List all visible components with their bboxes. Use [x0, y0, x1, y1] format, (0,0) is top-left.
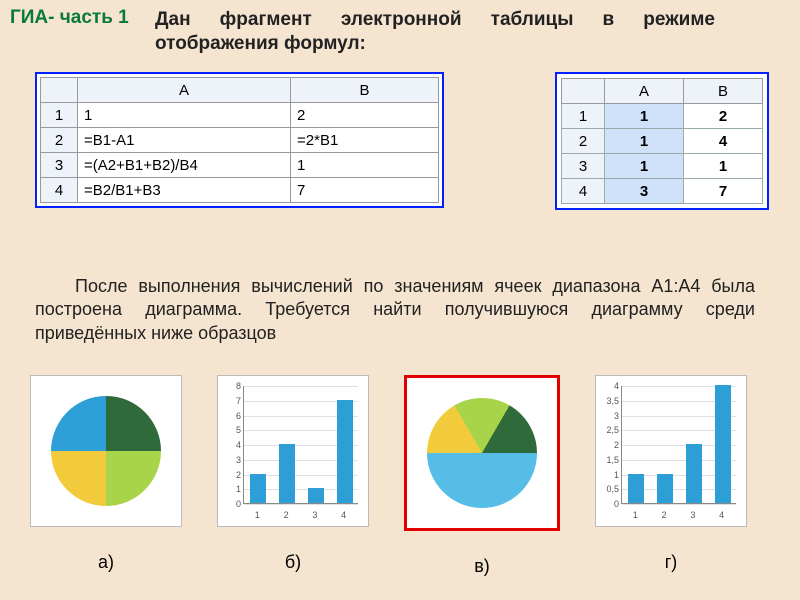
- y-tick: 4: [221, 440, 241, 450]
- values-table-frame: A B 1 1 2 2 1 4 3 1 1 4 3 7: [555, 72, 769, 210]
- bar: [686, 444, 702, 503]
- cell: 7: [291, 178, 439, 203]
- option-c: в): [404, 375, 560, 577]
- table-row: 3 1 1: [562, 154, 763, 179]
- option-a: а): [30, 375, 182, 577]
- option-label: б): [285, 552, 301, 573]
- y-tick: 7: [221, 396, 241, 406]
- row-header: 4: [41, 178, 78, 203]
- cell: 1: [605, 154, 684, 179]
- col-header: B: [684, 79, 763, 104]
- slide-title: Дан фрагмент электронной таблицы в режим…: [155, 8, 715, 56]
- x-tick: 2: [662, 510, 667, 520]
- y-tick: 2: [599, 440, 619, 450]
- bar: [308, 488, 324, 503]
- table-row: 2 1 4: [562, 129, 763, 154]
- y-tick: 0: [599, 499, 619, 509]
- row-header: 2: [562, 129, 605, 154]
- chart-b-frame: 0 1 2 3 4 5 6 7 8 1 2 3 4: [217, 375, 369, 527]
- col-header: A: [605, 79, 684, 104]
- cell: =B2/B1+B3: [78, 178, 291, 203]
- y-tick: 2,5: [599, 425, 619, 435]
- y-tick: 8: [221, 381, 241, 391]
- y-tick: 4: [599, 381, 619, 391]
- bar: [250, 474, 266, 504]
- y-tick: 1,5: [599, 455, 619, 465]
- bar-chart: [243, 386, 358, 504]
- x-tick: 1: [255, 510, 260, 520]
- cell: 1: [291, 153, 439, 178]
- x-tick: 1: [633, 510, 638, 520]
- row-header: 4: [562, 179, 605, 204]
- chart-d-frame: 0 0,5 1 1,5 2 2,5 3 3,5 4 1 2 3 4: [595, 375, 747, 527]
- x-tick: 2: [284, 510, 289, 520]
- table-corner: [41, 78, 78, 103]
- bar: [279, 444, 295, 503]
- y-tick: 6: [221, 411, 241, 421]
- row-header: 1: [562, 104, 605, 129]
- option-label: в): [474, 556, 490, 577]
- row-header: 2: [41, 128, 78, 153]
- table-row: 3 =(A2+B1+B2)/B4 1: [41, 153, 439, 178]
- bar: [715, 385, 731, 503]
- pie-chart: [51, 396, 161, 506]
- cell: 3: [605, 179, 684, 204]
- section-label: ГИА- часть 1: [10, 8, 129, 29]
- option-d: 0 0,5 1 1,5 2 2,5 3 3,5 4 1 2 3 4 г): [595, 375, 747, 577]
- cell: =2*B1: [291, 128, 439, 153]
- y-tick: 5: [221, 425, 241, 435]
- bar-chart: [621, 386, 736, 504]
- cell: 2: [291, 103, 439, 128]
- option-label: а): [98, 552, 114, 573]
- cell: 7: [684, 179, 763, 204]
- x-tick: 4: [719, 510, 724, 520]
- table-row: 1 1 2: [41, 103, 439, 128]
- values-table: A B 1 1 2 2 1 4 3 1 1 4 3 7: [561, 78, 763, 204]
- bar: [657, 474, 673, 504]
- table-corner: [562, 79, 605, 104]
- chart-c-frame: [404, 375, 560, 531]
- bar: [337, 400, 353, 503]
- cell: 1: [78, 103, 291, 128]
- x-tick: 3: [690, 510, 695, 520]
- formula-table-frame: A B 1 1 2 2 =B1-A1 =2*B1 3 =(A2+B1+B2)/B…: [35, 72, 444, 208]
- y-tick: 0,5: [599, 484, 619, 494]
- cell: 1: [684, 154, 763, 179]
- y-tick: 3,5: [599, 396, 619, 406]
- cell: 1: [605, 129, 684, 154]
- cell: 4: [684, 129, 763, 154]
- problem-paragraph: После выполнения вычислений по значениям…: [35, 275, 755, 345]
- row-header: 1: [41, 103, 78, 128]
- y-tick: 1: [599, 470, 619, 480]
- cell: 1: [605, 104, 684, 129]
- table-row: 2 =B1-A1 =2*B1: [41, 128, 439, 153]
- x-tick: 4: [341, 510, 346, 520]
- table-row: 1 1 2: [562, 104, 763, 129]
- col-header: A: [78, 78, 291, 103]
- option-b: 0 1 2 3 4 5 6 7 8 1 2 3 4 б): [217, 375, 369, 577]
- y-tick: 1: [221, 484, 241, 494]
- chart-a-frame: [30, 375, 182, 527]
- formula-table: A B 1 1 2 2 =B1-A1 =2*B1 3 =(A2+B1+B2)/B…: [40, 77, 439, 203]
- y-tick: 3: [221, 455, 241, 465]
- cell: 2: [684, 104, 763, 129]
- pie-chart: [427, 398, 537, 508]
- bar: [628, 474, 644, 504]
- chart-options-row: а) 0 1 2 3 4 5 6 7 8 1 2 3 4 б) в) 0 0,5 1 1,5 2 2,5 3 3,5 4…: [30, 375, 770, 577]
- cell: =B1-A1: [78, 128, 291, 153]
- option-label: г): [665, 552, 678, 573]
- y-tick: 2: [221, 470, 241, 480]
- table-row: 4 3 7: [562, 179, 763, 204]
- x-tick: 3: [312, 510, 317, 520]
- table-row: 4 =B2/B1+B3 7: [41, 178, 439, 203]
- cell: =(A2+B1+B2)/B4: [78, 153, 291, 178]
- col-header: B: [291, 78, 439, 103]
- row-header: 3: [41, 153, 78, 178]
- y-tick: 3: [599, 411, 619, 421]
- row-header: 3: [562, 154, 605, 179]
- y-tick: 0: [221, 499, 241, 509]
